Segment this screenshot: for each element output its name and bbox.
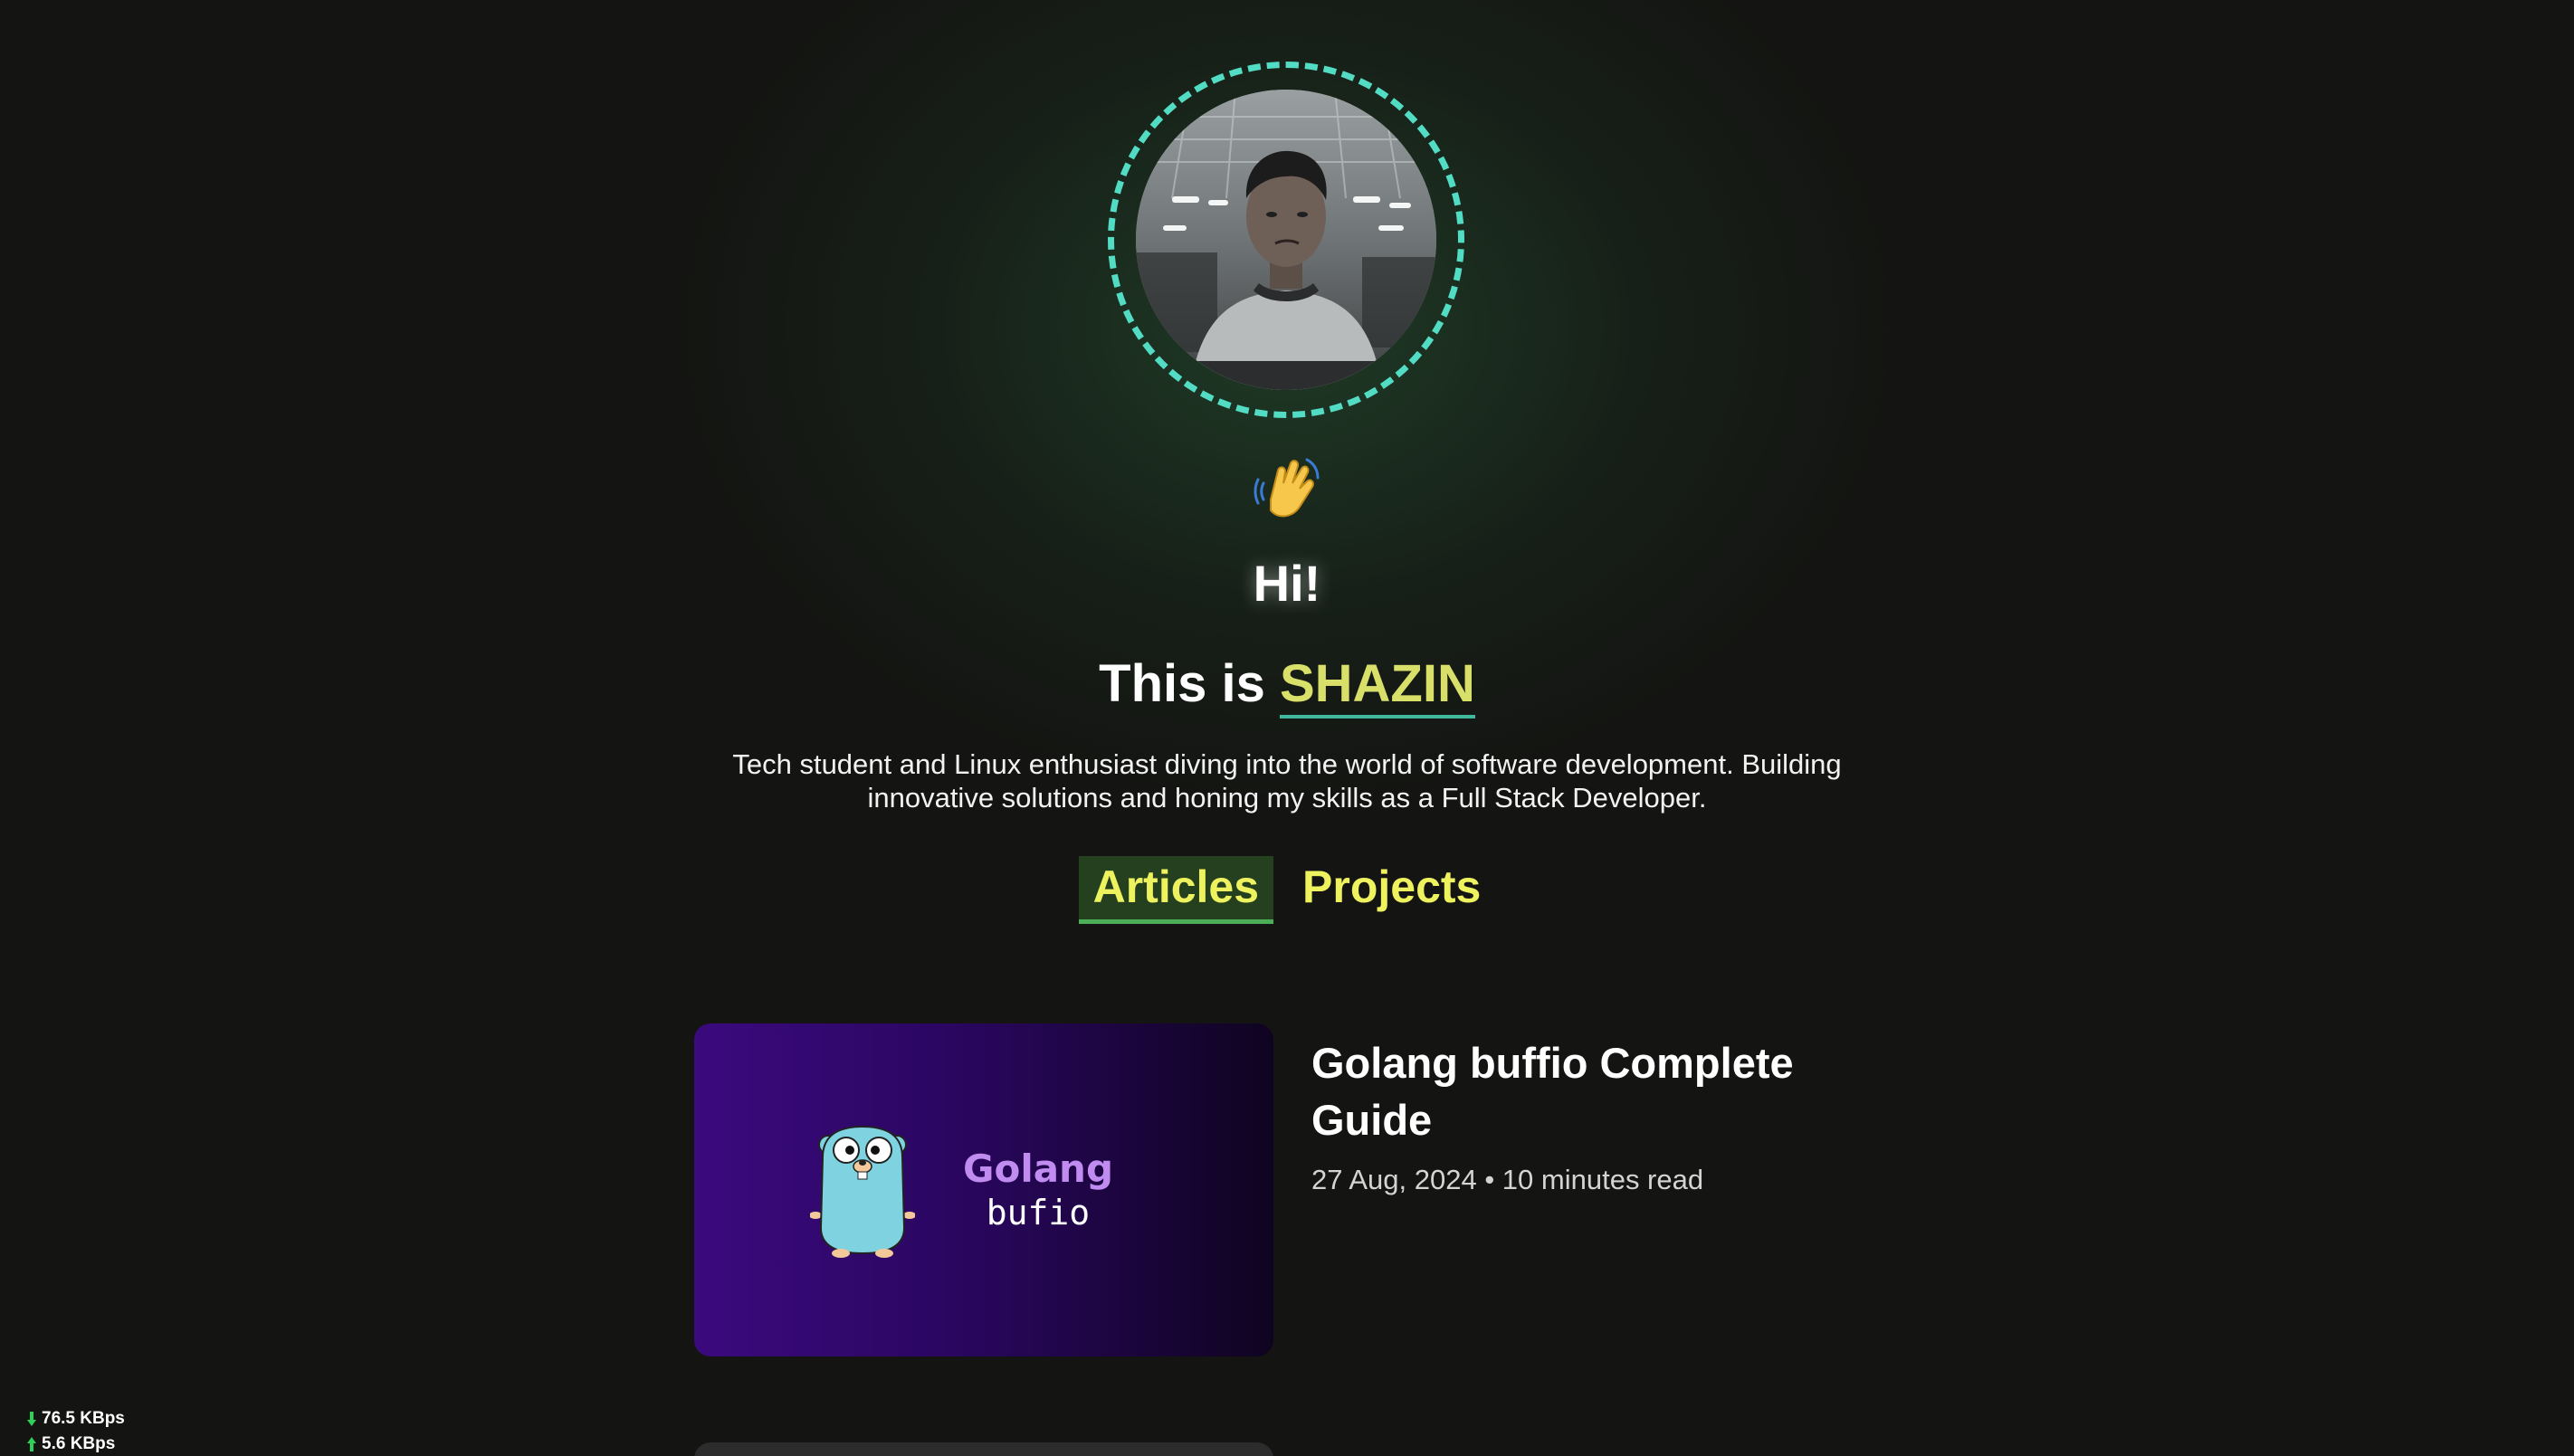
waving-hand-icon (1251, 452, 1323, 525)
network-speed-widget: 76.5 KBps 5.6 KBps (27, 1406, 125, 1456)
article-card[interactable]: Golang bufio Golang buffio Complete Guid… (694, 1023, 1889, 1356)
article-title[interactable]: Golang buffio Complete Guide (1311, 1034, 1873, 1148)
article-thumbnail[interactable]: Golang bufio (694, 1023, 1273, 1356)
thumbnail-subtitle: bufio (986, 1193, 1091, 1232)
profile-photo-icon (1136, 90, 1436, 390)
download-speed: 76.5 KBps (27, 1406, 125, 1432)
tab-projects[interactable]: Projects (1288, 856, 1495, 924)
author-name: SHAZIN (1279, 654, 1475, 718)
upload-speed-value: 5.6 KBps (42, 1434, 116, 1453)
download-speed-value: 76.5 KBps (42, 1409, 125, 1428)
next-article-card[interactable] (694, 1442, 1273, 1456)
thumbnail-title: Golang (962, 1147, 1114, 1191)
download-arrow-icon (27, 1412, 36, 1426)
article-meta: 27 Aug, 2024 • 10 minutes read (1311, 1164, 1704, 1195)
greeting-text: Hi! (1253, 555, 1321, 612)
tab-articles[interactable]: Articles (1078, 856, 1274, 924)
section-tabs: Articles Projects (0, 856, 2574, 924)
bio-text: Tech student and Linux enthusiast diving… (732, 748, 1842, 814)
intro-prefix: This is (1099, 654, 1280, 713)
upload-arrow-icon (27, 1437, 36, 1451)
upload-speed: 5.6 KBps (27, 1432, 125, 1456)
intro-heading: This is SHAZIN (0, 653, 2574, 718)
gopher-mascot-icon (809, 1121, 916, 1259)
portfolio-page: Hi! This is SHAZIN Tech student and Linu… (0, 0, 2574, 1456)
avatar (1136, 90, 1436, 390)
avatar-ring (1108, 62, 1464, 418)
